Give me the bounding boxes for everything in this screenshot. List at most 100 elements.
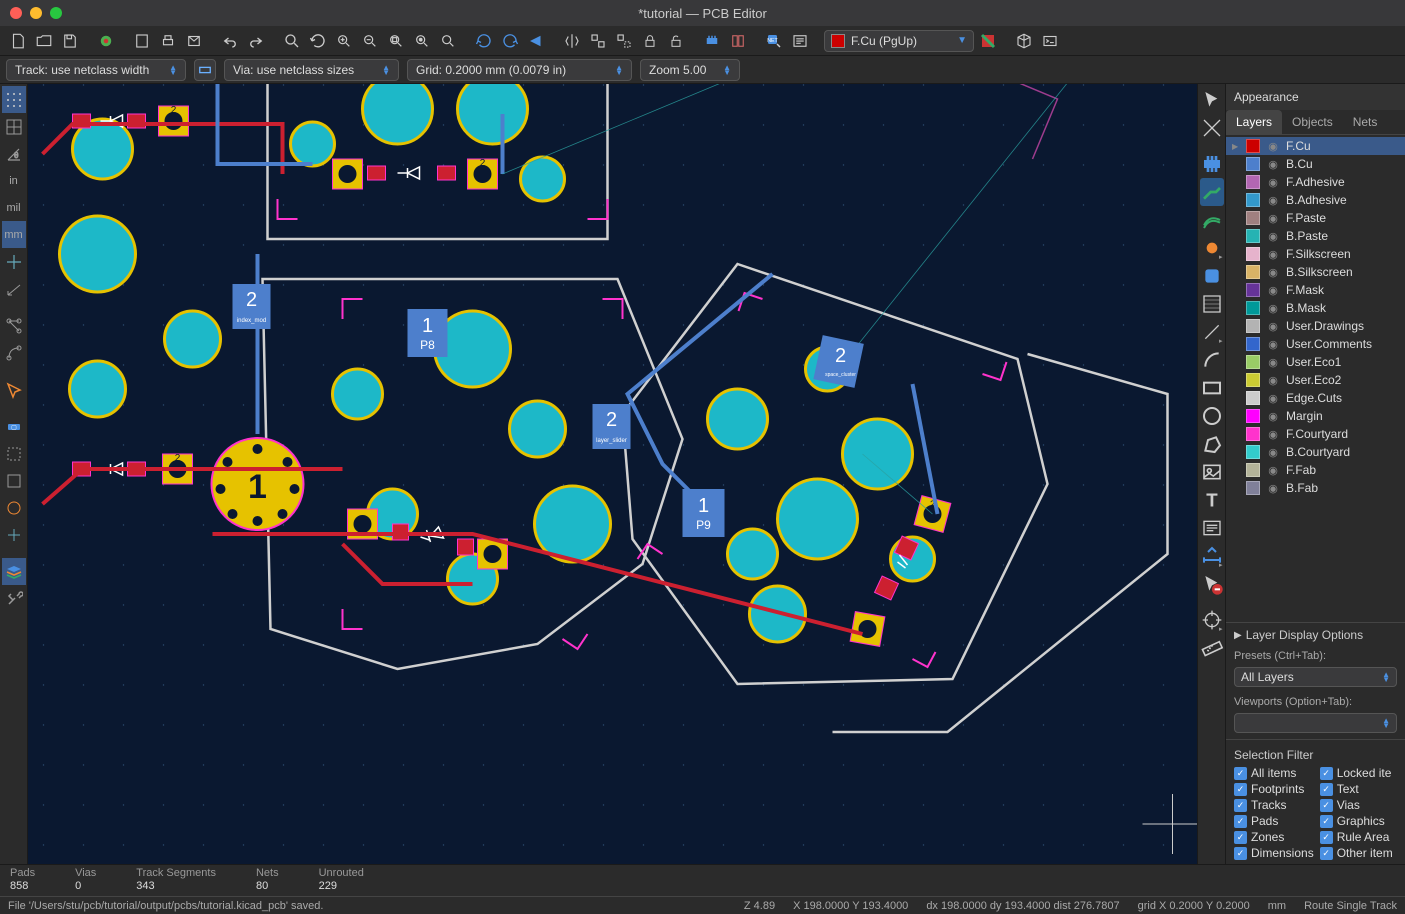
pcb-canvas[interactable]: 1 2 2 2 2 [28,84,1197,864]
visibility-toggle-icon[interactable]: ◉ [1266,392,1280,405]
visibility-toggle-icon[interactable]: ◉ [1266,410,1280,423]
filter-pads[interactable]: ✓Pads [1234,814,1314,828]
layer-swatch-icon[interactable] [1246,301,1260,315]
rotate-cw-button[interactable] [498,29,522,53]
new-file-button[interactable] [6,29,30,53]
save-button[interactable] [58,29,82,53]
undo-button[interactable] [218,29,242,53]
checkbox-icon[interactable]: ✓ [1320,799,1333,812]
layer-row-F-Mask[interactable]: ◉F.Mask [1226,281,1405,299]
filter-zones[interactable]: ✓Zones [1234,830,1314,844]
layer-row-F-Paste[interactable]: ◉F.Paste [1226,209,1405,227]
3d-viewer-button[interactable] [1012,29,1036,53]
via-size-select[interactable]: Via: use netclass sizes▲▼ [224,59,399,81]
layer-swatch-icon[interactable] [1246,211,1260,225]
filter-footprints[interactable]: ✓Footprints [1234,782,1314,796]
checkbox-icon[interactable]: ✓ [1234,815,1247,828]
plot-button[interactable] [182,29,206,53]
filter-vias[interactable]: ✓Vias [1320,798,1397,812]
tracks-outline-button[interactable] [2,467,26,494]
layer-row-Edge-Cuts[interactable]: ◉Edge.Cuts [1226,389,1405,407]
refresh-button[interactable] [306,29,330,53]
layer-swatch-icon[interactable] [1246,283,1260,297]
flip-button[interactable] [560,29,584,53]
add-dimension-tool[interactable]: ▸ [1200,542,1224,570]
window-minimize-button[interactable] [30,7,42,19]
checkbox-icon[interactable]: ✓ [1320,767,1333,780]
tune-length-tool[interactable]: ▸ [1200,234,1224,262]
layers-list[interactable]: ▶◉F.Cu◉B.Cu◉F.Adhesive◉B.Adhesive◉F.Past… [1226,135,1405,622]
layer-swatch-icon[interactable] [1246,391,1260,405]
layer-swatch-icon[interactable] [1246,229,1260,243]
layer-swatch-icon[interactable] [1246,373,1260,387]
layer-row-F-Fab[interactable]: ◉F.Fab [1226,461,1405,479]
layer-row-User-Eco2[interactable]: ◉User.Eco2 [1226,371,1405,389]
layer-swatch-icon[interactable] [1246,355,1260,369]
track-width-select[interactable]: Track: use netclass width▲▼ [6,59,186,81]
visibility-toggle-icon[interactable]: ◉ [1266,356,1280,369]
group-button[interactable] [586,29,610,53]
layer-row-B-Mask[interactable]: ◉B.Mask [1226,299,1405,317]
visibility-toggle-icon[interactable]: ◉ [1266,248,1280,261]
visibility-toggle-icon[interactable]: ◉ [1266,446,1280,459]
layer-row-B-Paste[interactable]: ◉B.Paste [1226,227,1405,245]
units-mm-button[interactable]: mm [2,221,26,248]
visibility-toggle-icon[interactable]: ◉ [1266,158,1280,171]
layer-row-F-Courtyard[interactable]: ◉F.Courtyard [1226,425,1405,443]
units-mils-button[interactable]: mil [2,194,26,221]
filter-locked-ite[interactable]: ✓Locked ite [1320,766,1397,780]
tab-layers[interactable]: Layers [1226,110,1282,134]
update-pcb-button[interactable]: NET [762,29,786,53]
layer-row-B-Cu[interactable]: ◉B.Cu [1226,155,1405,173]
add-textbox-tool[interactable] [1200,514,1224,542]
layer-row-B-Silkscreen[interactable]: ◉B.Silkscreen [1226,263,1405,281]
checkbox-icon[interactable]: ✓ [1320,783,1333,796]
lock-button[interactable] [638,29,662,53]
layer-swatch-icon[interactable] [1246,445,1260,459]
track-width-edit-button[interactable] [194,59,216,81]
delete-tool[interactable] [1200,570,1224,598]
layer-row-User-Comments[interactable]: ◉User.Comments [1226,335,1405,353]
layer-swatch-icon[interactable] [1246,337,1260,351]
tab-nets[interactable]: Nets [1343,110,1388,134]
filter-other-item[interactable]: ✓Other item [1320,846,1397,860]
checkbox-icon[interactable]: ✓ [1234,799,1247,812]
add-rule-area-tool[interactable]: ▸ [1200,318,1224,346]
route-track-tool[interactable] [1200,178,1224,206]
zoom-out-button[interactable] [358,29,382,53]
pads-outline-button[interactable]: ▢ [2,413,26,440]
add-text-tool[interactable]: T [1200,486,1224,514]
ratsnest-curved-button[interactable] [2,339,26,366]
checkbox-icon[interactable]: ✓ [1320,815,1333,828]
redo-button[interactable] [244,29,268,53]
draw-rect-tool[interactable] [1200,374,1224,402]
units-inches-button[interactable]: in [2,167,26,194]
unlock-button[interactable] [664,29,688,53]
layer-row-User-Drawings[interactable]: ◉User.Drawings [1226,317,1405,335]
local-ratsnest-tool[interactable] [1200,114,1224,142]
layer-row-F-Silkscreen[interactable]: ◉F.Silkscreen [1226,245,1405,263]
ungroup-button[interactable] [612,29,636,53]
tab-objects[interactable]: Objects [1282,110,1343,134]
page-settings-button[interactable] [130,29,154,53]
add-image-tool[interactable] [1200,458,1224,486]
footprint-browser-button[interactable] [726,29,750,53]
window-close-button[interactable] [10,7,22,19]
active-layer-selector[interactable]: F.Cu (PgUp) ▼ [824,30,974,52]
layer-row-B-Courtyard[interactable]: ◉B.Courtyard [1226,443,1405,461]
add-via-tool[interactable] [1200,262,1224,290]
filter-all-items[interactable]: ✓All items [1234,766,1314,780]
checkbox-icon[interactable]: ✓ [1234,767,1247,780]
layer-row-Margin[interactable]: ◉Margin [1226,407,1405,425]
visibility-toggle-icon[interactable]: ◉ [1266,374,1280,387]
zoom-selection-button[interactable] [436,29,460,53]
grid-override-button[interactable] [2,113,26,140]
filter-dimensions[interactable]: ✓Dimensions [1234,846,1314,860]
viewports-select[interactable]: ▲▼ [1234,713,1397,733]
visibility-toggle-icon[interactable]: ◉ [1266,284,1280,297]
presets-select[interactable]: All Layers ▲▼ [1234,667,1397,687]
filter-graphics[interactable]: ✓Graphics [1320,814,1397,828]
tools-button[interactable] [2,585,26,612]
layer-swatch-icon[interactable] [1246,139,1260,153]
layer-swatch-icon[interactable] [1246,409,1260,423]
